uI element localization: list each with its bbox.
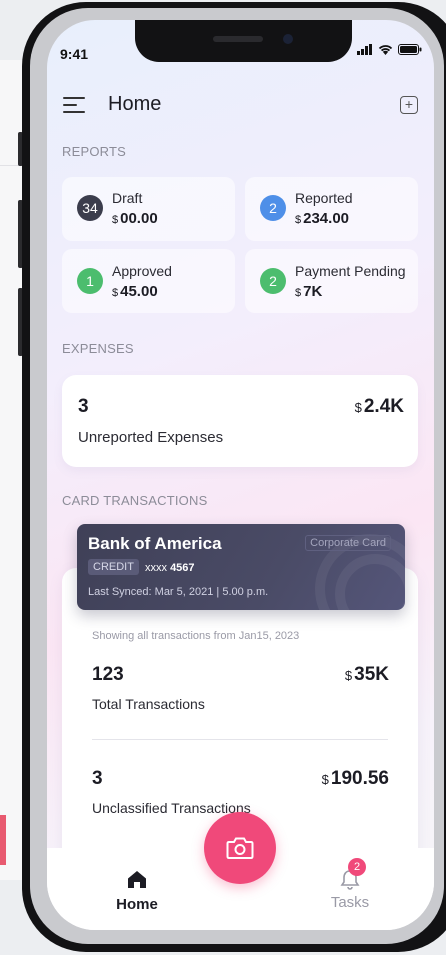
signal-icon [357,44,372,55]
card-transactions-section-label: CARD TRANSACTIONS [62,493,208,508]
speaker-grille [213,36,263,42]
camera-icon [226,837,254,859]
transactions-period-note: Showing all transactions from Jan15, 202… [92,630,300,642]
report-card-reported[interactable]: 2 Reported $234.00 [245,177,418,241]
camera-button[interactable] [204,812,276,884]
divider [92,739,388,740]
tasks-badge: 2 [348,858,366,876]
report-label: Draft [112,190,143,206]
tab-tasks-label: Tasks [330,894,370,911]
report-label: Reported [295,190,353,206]
last-synced-text: Last Synced: Mar 5, 2021 | 5.00 p.m. [88,586,269,598]
wifi-icon [378,45,393,55]
report-amount: $00.00 [112,210,158,227]
report-label: Payment Pending [295,263,406,279]
add-report-button[interactable]: + [400,96,418,114]
report-amount: $45.00 [112,283,158,300]
page-title: Home [108,93,162,115]
tab-home-label: Home [116,896,158,913]
report-amount: $7K [295,283,323,300]
expenses-count: 3 [78,396,89,417]
home-icon [128,871,146,888]
total-transactions-amount: $35K [344,664,389,685]
battery-icon [398,44,422,55]
report-label: Approved [112,263,172,279]
expenses-section-label: EXPENSES [62,341,134,356]
tab-home[interactable]: Home [105,858,169,918]
report-amount: $234.00 [295,210,350,227]
notch [135,20,352,62]
report-count-badge: 1 [77,268,103,294]
menu-icon[interactable] [63,97,85,118]
bank-name: Bank of America [88,534,222,553]
card-type-badge: Corporate Card [305,535,391,551]
report-card-approved[interactable]: 1 Approved $45.00 [62,249,235,313]
unclassified-transactions-amount: $190.56 [321,768,389,789]
bank-card[interactable]: Bank of America Corporate Card CREDIT xx… [77,524,405,610]
reports-section-label: REPORTS [62,144,127,159]
status-icons [357,44,422,55]
expenses-label: Unreported Expenses [78,429,224,446]
background-accent [0,815,6,865]
phone-screen: 9:41 Home + REPORTS 34 Draft $00.00 2 Re… [47,20,434,930]
camera-dot [283,34,293,44]
total-transactions-label: Total Transactions [92,696,205,712]
status-time: 9:41 [60,46,89,62]
card-number: xxxx 4567 [145,562,195,574]
total-transactions-count: 123 [92,664,124,685]
report-card-payment-pending[interactable]: 2 Payment Pending $7K [245,249,418,313]
report-count-badge: 2 [260,195,286,221]
report-card-draft[interactable]: 34 Draft $00.00 [62,177,235,241]
unreported-expenses-card[interactable]: 3 $2.4K Unreported Expenses [62,375,418,467]
card-kind-badge: CREDIT [88,559,139,575]
report-count-badge: 34 [77,195,103,221]
expenses-amount: $2.4K [354,396,404,417]
tab-tasks[interactable]: 2 Tasks [318,858,382,918]
unclassified-transactions-count: 3 [92,768,103,789]
report-count-badge: 2 [260,268,286,294]
